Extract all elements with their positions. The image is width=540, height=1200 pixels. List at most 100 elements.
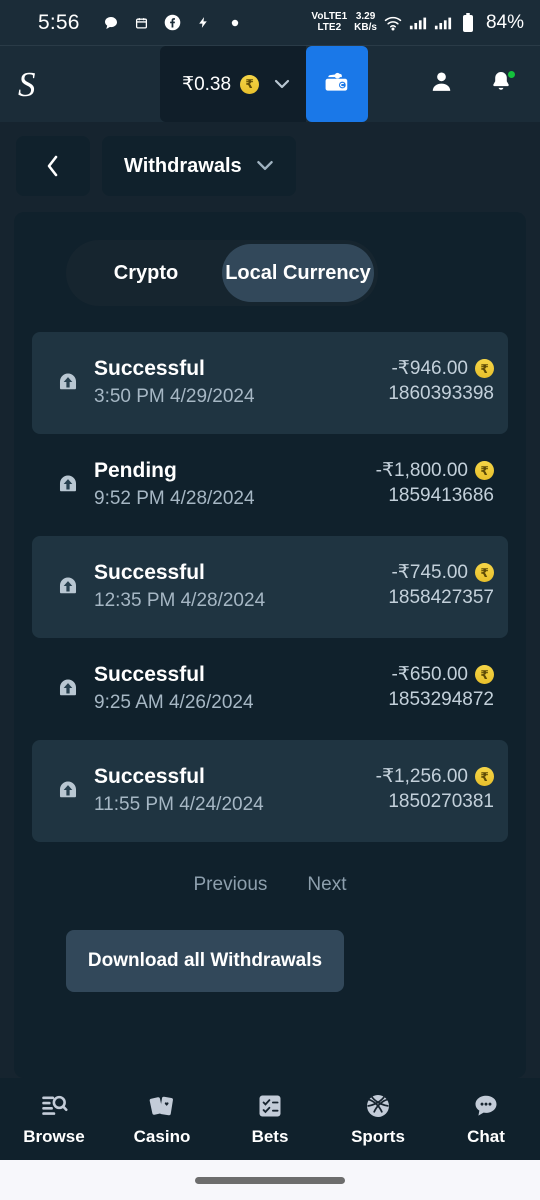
rupee-coin-icon: ₹ <box>475 563 494 583</box>
notification-badge-dot <box>507 70 516 79</box>
bet-slip-icon <box>256 1091 284 1121</box>
table-row[interactable]: Successful 3:50 PM 4/29/2024 -₹946.00 ₹1860… <box>32 332 508 434</box>
playing-cards-icon <box>148 1091 176 1121</box>
bottom-nav-item-casino[interactable]: Casino <box>108 1091 216 1147</box>
transaction-amount: -₹946.00 <box>391 358 468 380</box>
transaction-date: 9:52 PM 4/28/2024 <box>94 487 255 509</box>
network-speed-indicator: 3.29 KB/s <box>354 11 377 33</box>
wallet-icon <box>324 69 351 100</box>
status-left-icons <box>102 14 244 32</box>
previous-page-button[interactable]: Previous <box>194 874 268 896</box>
transaction-id: 1859413686 <box>388 485 494 507</box>
profile-button[interactable] <box>428 71 454 97</box>
bottom-nav-label: Chat <box>467 1127 505 1146</box>
transaction-date: 3:50 PM 4/29/2024 <box>94 385 255 407</box>
withdrawal-icon <box>46 370 90 396</box>
withdrawal-icon <box>46 472 90 498</box>
notifications-button[interactable] <box>488 70 516 97</box>
table-row[interactable]: Successful 12:35 PM 4/28/2024 -₹745.00 ₹185… <box>32 536 508 638</box>
phone-screen: 5:56 VoLTE1 LTE2 3.29 KB/s 84% S ₹0.38 ₹… <box>0 0 540 1200</box>
pagination: Previous Next <box>32 874 508 896</box>
back-button[interactable] <box>16 136 90 196</box>
transaction-date: 11:55 PM 4/24/2024 <box>94 793 264 815</box>
currency-type-toggle: Crypto Local Currency <box>66 240 378 306</box>
app-header: S ₹0.38 ₹ <box>0 46 540 122</box>
balance-amount: ₹0.38 <box>182 73 232 95</box>
download-all-withdrawals-button[interactable]: Download all Withdrawals <box>66 930 344 992</box>
tab-local-currency[interactable]: Local Currency <box>222 244 374 302</box>
withdrawal-icon <box>46 778 90 804</box>
table-row[interactable]: Pending 9:52 PM 4/28/2024 -₹1,800.00 ₹18594… <box>32 434 508 536</box>
withdraw-arrow-icon <box>59 373 77 390</box>
bottom-nav-item-bets[interactable]: Bets <box>216 1091 324 1147</box>
bottom-navigation: Browse Casino Bets Sports Chat <box>0 1078 540 1160</box>
signal-sim2-icon <box>434 14 452 32</box>
withdraw-arrow-icon <box>59 475 77 492</box>
balance-selector[interactable]: ₹0.38 ₹ <box>160 46 307 122</box>
chevron-down-icon <box>256 158 274 175</box>
bottom-nav-item-sports[interactable]: Sports <box>324 1091 432 1147</box>
calendar-icon <box>133 14 151 32</box>
table-row[interactable]: Successful 11:55 PM 4/24/2024 -₹1,256.00 ₹1… <box>32 740 508 842</box>
rupee-coin-icon: ₹ <box>475 461 494 481</box>
browse-search-icon <box>40 1091 68 1121</box>
speed-value: 3.29 <box>355 11 376 22</box>
header-actions <box>428 70 522 97</box>
withdraw-arrow-icon <box>59 679 77 696</box>
gesture-bar <box>0 1160 540 1200</box>
rupee-coin-icon: ₹ <box>475 359 494 379</box>
network-line-2: LTE2 <box>317 21 342 33</box>
bottom-nav-label: Casino <box>133 1127 191 1146</box>
bottom-nav-label: Bets <box>251 1127 289 1146</box>
transaction-amount: -₹1,800.00 <box>375 460 468 482</box>
page-title: Withdrawals <box>124 154 242 177</box>
transaction-status: Successful <box>94 662 205 686</box>
page-nav-row: Withdrawals <box>0 122 540 196</box>
tab-crypto[interactable]: Crypto <box>70 244 222 302</box>
facebook-icon <box>164 14 182 32</box>
withdrawal-icon <box>46 574 90 600</box>
transaction-date: 12:35 PM 4/28/2024 <box>94 589 266 611</box>
withdrawal-icon <box>46 676 90 702</box>
withdrawals-panel: Crypto Local Currency Successful 3:50 PM … <box>14 212 526 1078</box>
rupee-coin-icon: ₹ <box>475 767 494 787</box>
balance-wallet-group: ₹0.38 ₹ <box>160 46 369 122</box>
transaction-status: Successful <box>94 356 205 380</box>
status-time: 5:56 <box>38 10 80 34</box>
next-page-button[interactable]: Next <box>307 874 346 896</box>
status-right-icons: VoLTE1 LTE2 3.29 KB/s 84% <box>311 11 524 34</box>
bottom-nav-item-chat[interactable]: Chat <box>432 1091 540 1147</box>
table-row[interactable]: Successful 9:25 AM 4/26/2024 -₹650.00 ₹1853… <box>32 638 508 740</box>
page-selector-dropdown[interactable]: Withdrawals <box>102 136 296 196</box>
chat-bubble-icon <box>102 14 120 32</box>
signal-sim1-icon <box>409 14 427 32</box>
transaction-amount: -₹650.00 <box>391 664 468 686</box>
transaction-id: 1858427357 <box>388 587 494 609</box>
bottom-nav-item-browse[interactable]: Browse <box>0 1091 108 1147</box>
flash-icon <box>195 14 213 32</box>
battery-icon <box>459 12 477 32</box>
home-indicator[interactable] <box>195 1176 345 1184</box>
transaction-status: Pending <box>94 458 177 482</box>
battery-percent: 84% <box>485 11 524 33</box>
basketball-icon <box>364 1091 392 1121</box>
transaction-id: 1850270381 <box>388 791 494 813</box>
bottom-nav-label: Browse <box>23 1127 85 1146</box>
transaction-id: 1860393398 <box>388 383 494 405</box>
transaction-date: 9:25 AM 4/26/2024 <box>94 691 254 713</box>
brand-logo[interactable]: S <box>18 67 60 102</box>
status-bar: 5:56 VoLTE1 LTE2 3.29 KB/s 84% <box>0 0 540 46</box>
rupee-coin-icon: ₹ <box>240 74 260 94</box>
network-type-indicator: VoLTE1 LTE2 <box>311 11 348 33</box>
chevron-left-icon <box>47 155 58 177</box>
transaction-amount: -₹1,256.00 <box>375 766 468 788</box>
chat-bubble-icon <box>472 1091 500 1121</box>
network-line-1: VoLTE1 <box>311 11 348 22</box>
transaction-id: 1853294872 <box>388 689 494 711</box>
dot-icon <box>226 14 244 32</box>
chevron-down-icon <box>274 77 290 92</box>
rupee-coin-icon: ₹ <box>475 665 494 685</box>
wallet-button[interactable] <box>306 46 369 122</box>
transaction-status: Successful <box>94 764 205 788</box>
speed-unit: KB/s <box>354 21 377 33</box>
